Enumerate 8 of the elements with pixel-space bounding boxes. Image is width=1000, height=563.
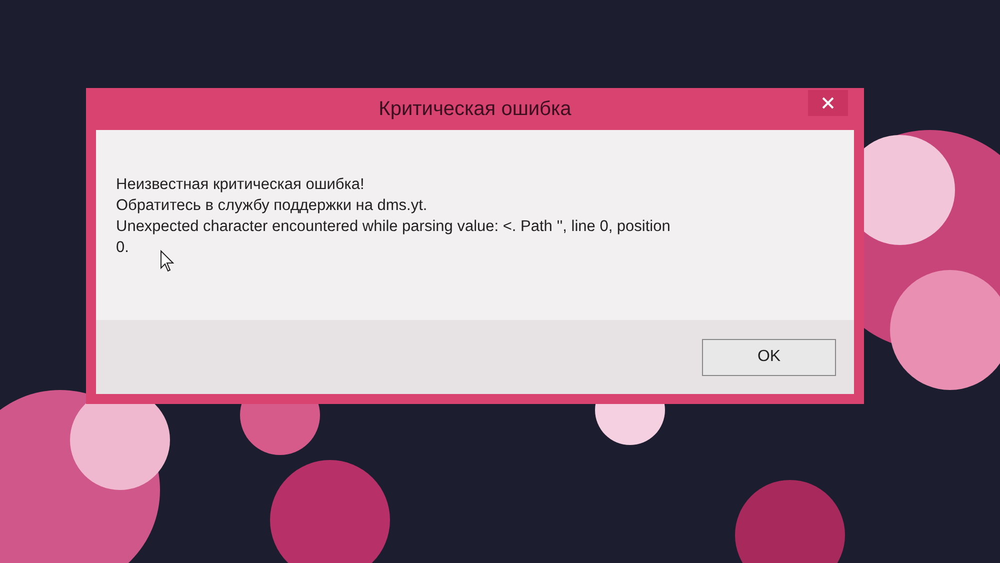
window-title: Критическая ошибка <box>378 98 572 120</box>
close-button[interactable] <box>808 90 848 116</box>
mouse-pointer-icon <box>160 250 174 272</box>
ok-button[interactable]: OK <box>702 338 836 376</box>
close-icon <box>822 97 834 109</box>
message-text: Unexpected character encountered while parsing value: <. Path '', line 0, position 0. <box>116 217 672 258</box>
message-text: Обратитесь в службу поддержки на dms.yt. <box>116 196 428 216</box>
message-text: Неизвестная критическая ошибка! <box>116 175 366 195</box>
